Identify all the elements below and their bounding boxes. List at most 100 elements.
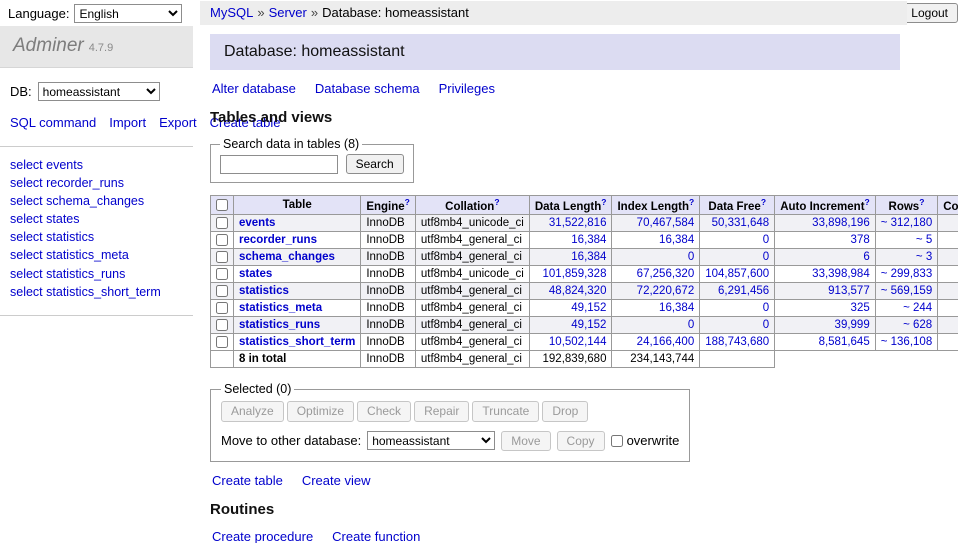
rows-link[interactable]: ~ 628 [903,319,932,331]
breadcrumb-server-link[interactable]: Server [269,5,307,20]
row-checkbox[interactable] [216,217,228,229]
row-checkbox[interactable] [216,302,228,314]
select-all-checkbox[interactable] [216,199,228,211]
analyze-button[interactable]: Analyze [221,401,284,421]
index-length-link[interactable]: 67,256,320 [637,268,695,280]
data-length-link[interactable]: 49,152 [571,302,606,314]
select-link-statistics[interactable]: select [10,230,43,244]
breadcrumb-mysql-link[interactable]: MySQL [210,5,253,20]
create-view-link[interactable]: Create view [302,473,371,488]
overwrite-checkbox[interactable] [611,435,623,447]
select-link-statistics-meta[interactable]: select [10,248,43,262]
sidebar-table-link-states[interactable]: states [46,212,79,226]
table-link-recorder-runs[interactable]: recorder_runs [239,234,317,246]
rows-link[interactable]: ~ 299,833 [881,268,932,280]
repair-button[interactable]: Repair [414,401,469,421]
auto-increment-link[interactable]: 913,577 [828,285,870,297]
data-length-link[interactable]: 10,502,144 [549,336,607,348]
rows-link[interactable]: ~ 312,180 [881,217,932,229]
move-db-select[interactable]: homeassistant [367,431,495,450]
select-link-states[interactable]: select [10,212,43,226]
data-free-link[interactable]: 6,291,456 [718,285,769,297]
sidebar-link-import[interactable]: Import [109,115,146,130]
create-function-link[interactable]: Create function [332,529,420,543]
table-link-schema-changes[interactable]: schema_changes [239,251,335,263]
table-link-statistics[interactable]: statistics [239,285,289,297]
row-checkbox[interactable] [216,285,228,297]
database-schema-link[interactable]: Database schema [315,81,420,96]
move-button[interactable]: Move [501,431,550,451]
table-link-statistics-meta[interactable]: statistics_meta [239,302,322,314]
table-link-events[interactable]: events [239,217,275,229]
help-link[interactable]: ? [689,197,694,207]
select-link-statistics-short-term[interactable]: select [10,285,43,299]
data-free-link[interactable]: 0 [763,302,769,314]
row-checkbox[interactable] [216,319,228,331]
data-free-link[interactable]: 50,331,648 [712,217,770,229]
index-length-link[interactable]: 72,220,672 [637,285,695,297]
row-checkbox[interactable] [216,336,228,348]
rows-link[interactable]: ~ 5 [916,234,932,246]
data-length-link[interactable]: 101,859,328 [543,268,607,280]
index-length-link[interactable]: 70,467,584 [637,217,695,229]
sidebar-table-link-statistics-short-term[interactable]: statistics_short_term [46,285,161,299]
help-link[interactable]: ? [761,197,766,207]
index-length-link[interactable]: 16,384 [659,234,694,246]
optimize-button[interactable]: Optimize [287,401,354,421]
sidebar-table-link-statistics[interactable]: statistics [46,230,94,244]
help-link[interactable]: ? [865,197,870,207]
sidebar-table-link-recorder-runs[interactable]: recorder_runs [46,176,124,190]
auto-increment-link[interactable]: 325 [851,302,870,314]
auto-increment-link[interactable]: 6 [863,251,869,263]
auto-increment-link[interactable]: 33,398,984 [812,268,870,280]
help-link[interactable]: ? [601,197,606,207]
auto-increment-link[interactable]: 39,999 [835,319,870,331]
index-length-link[interactable]: 0 [688,251,694,263]
auto-increment-link[interactable]: 8,581,645 [819,336,870,348]
alter-database-link[interactable]: Alter database [212,81,296,96]
rows-link[interactable]: ~ 244 [903,302,932,314]
sidebar-link-sql-command[interactable]: SQL command [10,115,96,130]
search-input[interactable] [220,155,338,174]
privileges-link[interactable]: Privileges [439,81,495,96]
auto-increment-link[interactable]: 33,898,196 [812,217,870,229]
app-name[interactable]: Adminer [13,35,84,56]
row-checkbox[interactable] [216,251,228,263]
rows-link[interactable]: ~ 569,159 [881,285,932,297]
drop-button[interactable]: Drop [542,401,588,421]
sidebar-link-export[interactable]: Export [159,115,197,130]
data-free-link[interactable]: 0 [763,319,769,331]
select-link-statistics-runs[interactable]: select [10,267,43,281]
copy-button[interactable]: Copy [557,431,605,451]
index-length-link[interactable]: 16,384 [659,302,694,314]
create-table-link[interactable]: Create table [212,473,283,488]
rows-link[interactable]: ~ 3 [916,251,932,263]
select-link-recorder-runs[interactable]: select [10,176,43,190]
data-free-link[interactable]: 0 [763,234,769,246]
data-length-link[interactable]: 49,152 [571,319,606,331]
select-link-schema-changes[interactable]: select [10,194,43,208]
truncate-button[interactable]: Truncate [472,401,539,421]
rows-link[interactable]: ~ 136,108 [881,336,932,348]
sidebar-table-link-statistics-meta[interactable]: statistics_meta [46,248,129,262]
data-free-link[interactable]: 104,857,600 [705,268,769,280]
help-link[interactable]: ? [405,197,410,207]
db-select[interactable]: homeassistant [38,82,160,101]
table-link-statistics-short-term[interactable]: statistics_short_term [239,336,355,348]
logout-button[interactable]: Logout [901,3,958,23]
index-length-link[interactable]: 0 [688,319,694,331]
help-link[interactable]: ? [494,197,499,207]
table-link-states[interactable]: states [239,268,272,280]
sidebar-table-link-events[interactable]: events [46,158,83,172]
data-length-link[interactable]: 31,522,816 [549,217,607,229]
auto-increment-link[interactable]: 378 [851,234,870,246]
sidebar-table-link-statistics-runs[interactable]: statistics_runs [46,267,125,281]
data-length-link[interactable]: 16,384 [571,234,606,246]
row-checkbox[interactable] [216,234,228,246]
data-free-link[interactable]: 188,743,680 [705,336,769,348]
index-length-link[interactable]: 24,166,400 [637,336,695,348]
language-select[interactable]: English [74,4,182,23]
sidebar-table-link-schema-changes[interactable]: schema_changes [46,194,144,208]
data-length-link[interactable]: 16,384 [571,251,606,263]
table-link-statistics-runs[interactable]: statistics_runs [239,319,320,331]
